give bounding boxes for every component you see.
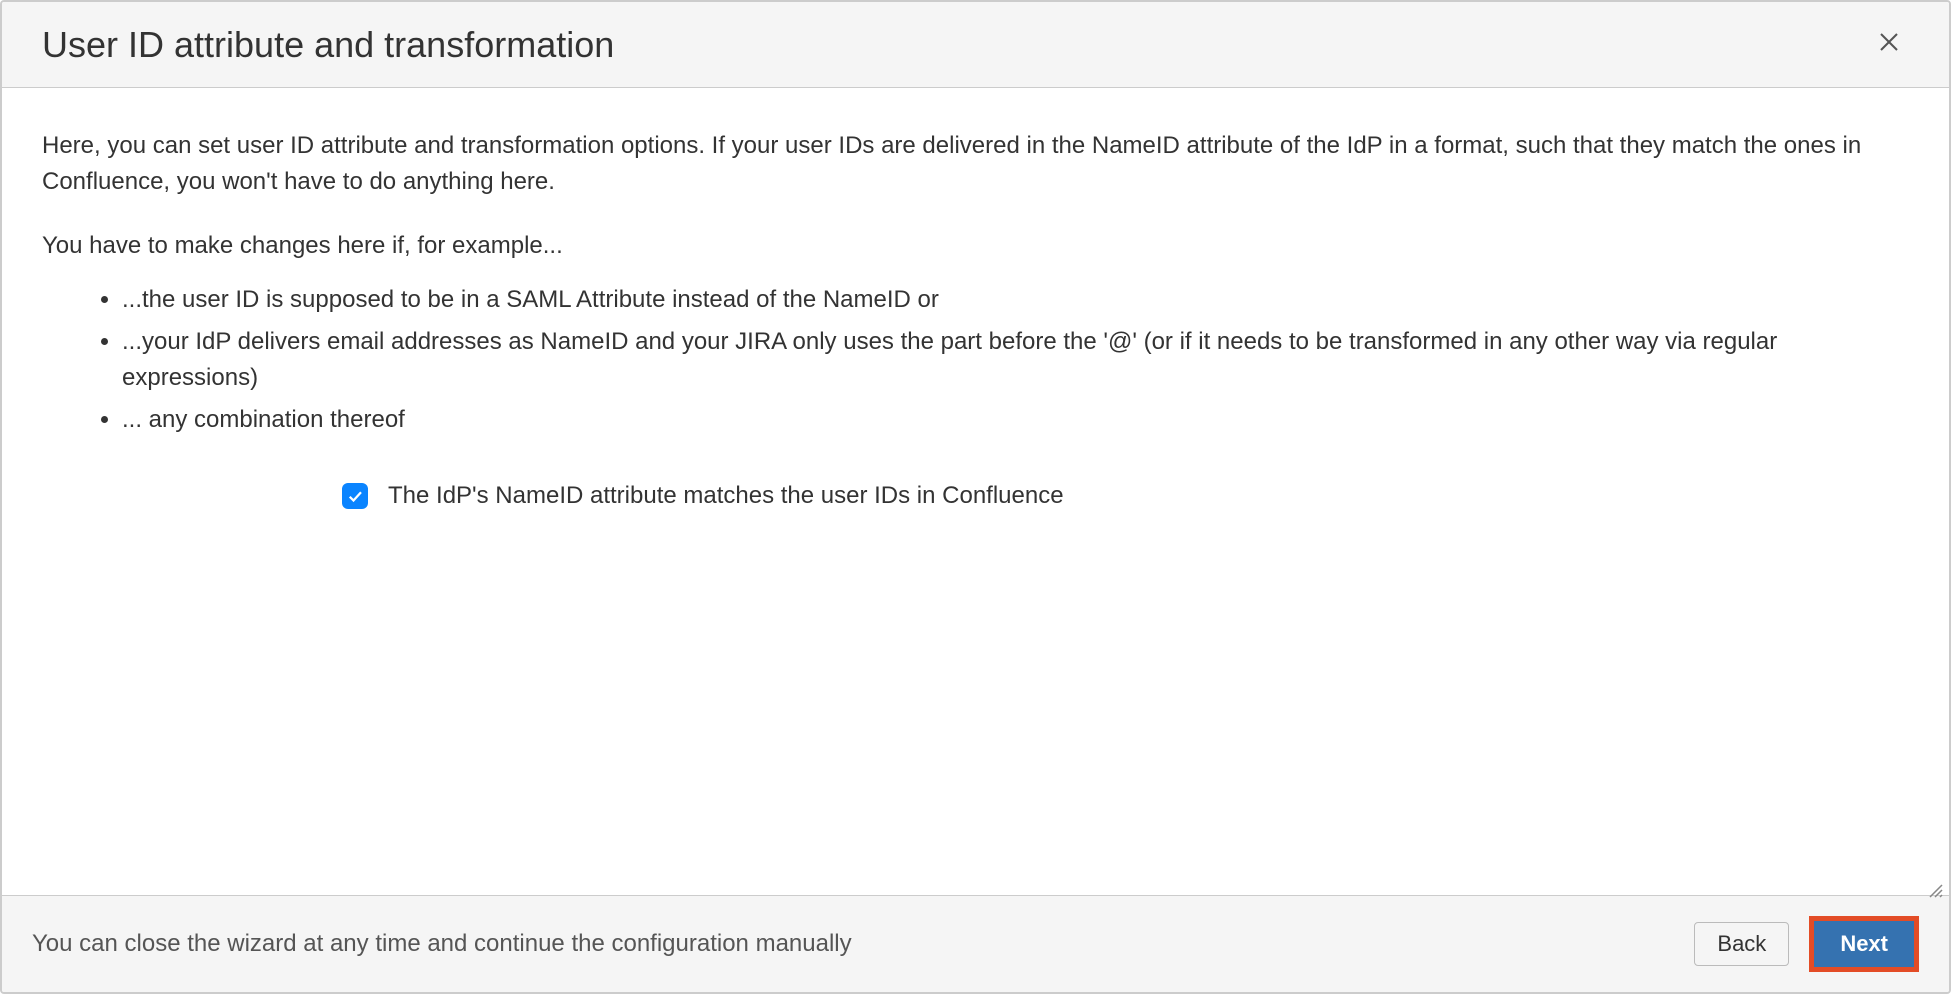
changes-intro-text: You have to make changes here if, for ex… bbox=[42, 228, 1909, 264]
back-button[interactable]: Back bbox=[1694, 922, 1789, 966]
dialog-window: User ID attribute and transformation Her… bbox=[0, 0, 1951, 994]
dialog-footer: You can close the wizard at any time and… bbox=[2, 895, 1949, 992]
next-button[interactable]: Next bbox=[1814, 921, 1914, 967]
dialog-header: User ID attribute and transformation bbox=[2, 2, 1949, 88]
footer-hint-text: You can close the wizard at any time and… bbox=[32, 930, 852, 958]
list-item: ...the user ID is supposed to be in a SA… bbox=[122, 282, 1909, 318]
footer-buttons: Back Next bbox=[1694, 916, 1919, 972]
next-button-highlight: Next bbox=[1809, 916, 1919, 972]
close-icon bbox=[1877, 29, 1901, 60]
list-item: ...your IdP delivers email addresses as … bbox=[122, 324, 1909, 396]
list-item: ... any combination thereof bbox=[122, 402, 1909, 438]
resize-handle-icon[interactable] bbox=[1927, 873, 1943, 889]
checkbox-row: The IdP's NameID attribute matches the u… bbox=[342, 478, 1909, 514]
changes-bullet-list: ...the user ID is supposed to be in a SA… bbox=[42, 282, 1909, 438]
close-button[interactable] bbox=[1869, 22, 1909, 67]
checkbox-label: The IdP's NameID attribute matches the u… bbox=[388, 478, 1064, 514]
dialog-title: User ID attribute and transformation bbox=[42, 24, 614, 66]
check-icon bbox=[346, 487, 364, 505]
nameid-matches-checkbox[interactable] bbox=[342, 483, 368, 509]
intro-text: Here, you can set user ID attribute and … bbox=[42, 128, 1909, 200]
dialog-body: Here, you can set user ID attribute and … bbox=[2, 88, 1949, 895]
